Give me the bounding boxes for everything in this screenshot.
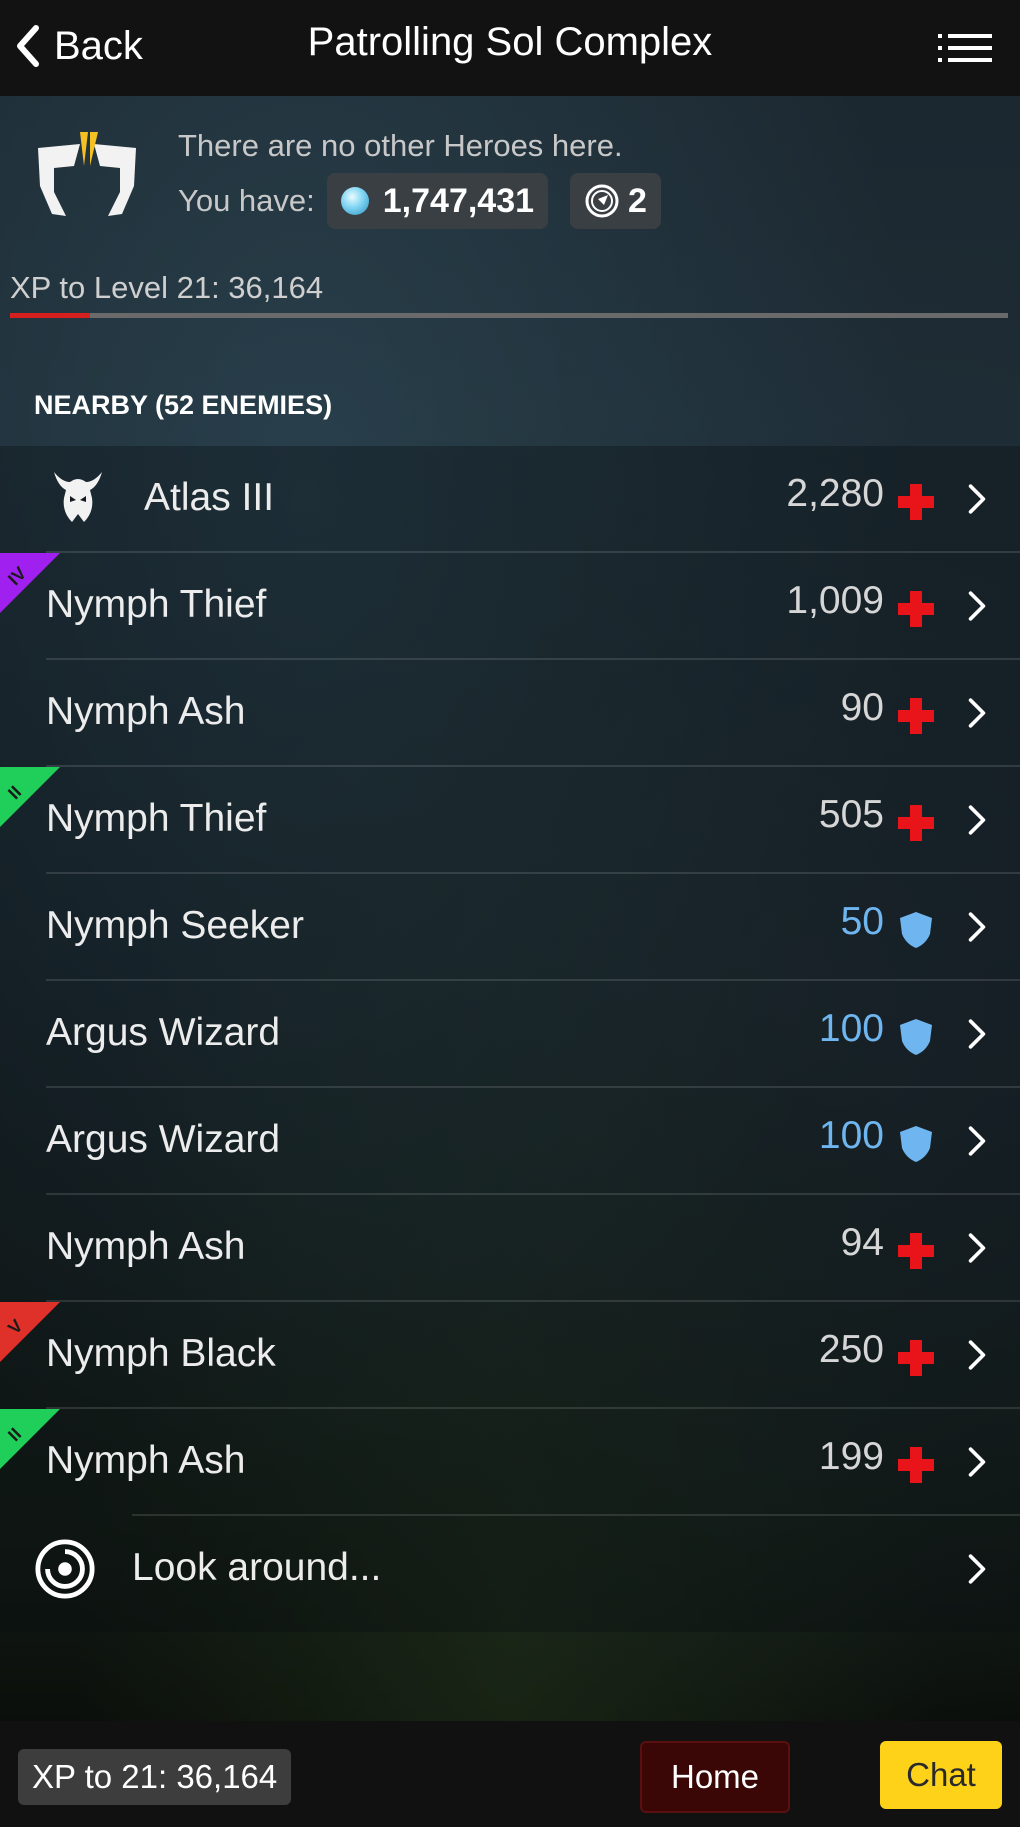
chevron-right-icon bbox=[966, 910, 988, 949]
enemy-strength-value: 1,009 bbox=[786, 579, 884, 622]
chevron-right-icon bbox=[966, 1231, 988, 1270]
back-label: Back bbox=[54, 23, 143, 68]
home-button[interactable]: Home bbox=[640, 1741, 790, 1813]
enemy-row[interactable]: II Nymph Thief 505 bbox=[0, 765, 1020, 874]
demon-helmet-icon bbox=[48, 468, 108, 528]
enemy-name: Nymph Seeker bbox=[46, 904, 304, 947]
tokens-badge[interactable]: 2 bbox=[570, 173, 661, 229]
chevron-right-icon bbox=[966, 803, 988, 842]
credits-orb-icon bbox=[340, 187, 369, 215]
row-divider bbox=[46, 1300, 1020, 1302]
enemy-row[interactable]: Atlas III 2,280 bbox=[0, 446, 1020, 553]
health-cross-icon bbox=[896, 803, 936, 843]
have-label: You have: bbox=[178, 183, 315, 218]
enemy-row[interactable]: Argus Wizard 100 bbox=[0, 1086, 1020, 1195]
enemy-row[interactable]: Nymph Ash 94 bbox=[0, 1193, 1020, 1302]
xp-chip: XP to 21: 36,164 bbox=[18, 1749, 292, 1805]
enemy-row[interactable]: Argus Wizard 100 bbox=[0, 979, 1020, 1088]
chevron-right-icon bbox=[966, 696, 988, 735]
enemy-name: Nymph Ash bbox=[46, 690, 246, 733]
enemy-strength-value: 199 bbox=[818, 1435, 884, 1478]
shield-icon bbox=[896, 1017, 936, 1057]
heroes-note: There are no other Heroes here. bbox=[178, 128, 623, 163]
back-button[interactable]: Back bbox=[14, 16, 143, 76]
nearby-heading: NEARBY (52 ENEMIES) bbox=[34, 390, 333, 420]
currency-row: You have: 1,747,431 2 bbox=[178, 172, 683, 230]
enemy-name: Nymph Black bbox=[46, 1332, 276, 1375]
xp-progress-bar bbox=[10, 313, 1008, 318]
enemy-strength-value: 94 bbox=[840, 1221, 884, 1264]
health-cross-icon bbox=[896, 482, 936, 522]
enemy-strength-value: 100 bbox=[818, 1007, 884, 1050]
enemy-strength-value: 90 bbox=[840, 686, 884, 729]
chat-button[interactable]: Chat bbox=[880, 1741, 1002, 1809]
chevron-right-icon bbox=[966, 1552, 988, 1591]
credits-badge[interactable]: 1,747,431 bbox=[326, 173, 549, 229]
enemy-strength-value: 250 bbox=[818, 1328, 884, 1371]
enemy-row[interactable]: IV Nymph Thief 1,009 bbox=[0, 551, 1020, 660]
health-cross-icon bbox=[896, 696, 936, 736]
page-title: Patrolling Sol Complex bbox=[307, 20, 713, 64]
enemy-name: Argus Wizard bbox=[46, 1118, 281, 1161]
enemy-row[interactable]: II Nymph Ash 199 bbox=[0, 1407, 1020, 1516]
chevron-right-icon bbox=[966, 1017, 988, 1056]
enemy-name: Argus Wizard bbox=[46, 1011, 281, 1054]
row-divider bbox=[46, 658, 1020, 660]
row-divider bbox=[46, 1193, 1020, 1195]
row-divider bbox=[46, 765, 1020, 767]
enemy-strength-value: 2,280 bbox=[786, 472, 884, 515]
enemy-name: Atlas III bbox=[144, 476, 275, 519]
look-around-label: Look around... bbox=[132, 1546, 382, 1589]
enemy-strength-value: 505 bbox=[818, 793, 884, 836]
row-divider bbox=[132, 1514, 1020, 1516]
chevron-right-icon bbox=[966, 589, 988, 628]
row-divider bbox=[46, 1086, 1020, 1088]
enemy-name: Nymph Ash bbox=[46, 1225, 246, 1268]
enemy-row[interactable]: Nymph Ash 90 bbox=[0, 658, 1020, 767]
hero-status: There are no other Heroes here. You have… bbox=[0, 96, 1020, 346]
bottom-bar: XP to 21: 36,164 Home Chat bbox=[0, 1721, 1020, 1827]
enemy-strength-value: 50 bbox=[840, 900, 884, 943]
row-divider bbox=[46, 1407, 1020, 1409]
enemy-list: Atlas III 2,280 IV Nymph Thief 1,009 Nymph As… bbox=[0, 446, 1020, 1623]
enemy-name: Nymph Thief bbox=[46, 797, 267, 840]
enemy-row[interactable]: V Nymph Black 250 bbox=[0, 1300, 1020, 1409]
menu-button[interactable] bbox=[938, 28, 992, 68]
health-cross-icon bbox=[896, 1338, 936, 1378]
row-divider bbox=[46, 551, 1020, 553]
row-divider bbox=[46, 979, 1020, 981]
health-cross-icon bbox=[896, 1445, 936, 1485]
shield-icon bbox=[896, 1124, 936, 1164]
top-bar: Back Patrolling Sol Complex bbox=[0, 0, 1020, 96]
xp-label: XP to Level 21: 36,164 bbox=[10, 270, 324, 305]
enemy-name: Nymph Thief bbox=[46, 583, 267, 626]
chevron-right-icon bbox=[966, 1445, 988, 1484]
look-around-row[interactable]: Look around... bbox=[0, 1514, 1020, 1623]
radar-icon bbox=[34, 1538, 96, 1605]
chevron-right-icon bbox=[966, 1124, 988, 1163]
chevron-right-icon bbox=[966, 482, 988, 521]
chevron-left-icon bbox=[17, 25, 39, 67]
chevron-right-icon bbox=[966, 1338, 988, 1377]
shield-icon bbox=[896, 910, 936, 950]
xp-progress-fill bbox=[10, 313, 90, 318]
list-menu-icon bbox=[938, 34, 992, 62]
tokens-value: 2 bbox=[628, 181, 647, 220]
hero-mask-icon bbox=[32, 126, 142, 231]
enemy-strength-value: 100 bbox=[818, 1114, 884, 1157]
credits-value: 1,747,431 bbox=[382, 181, 535, 220]
enemy-row[interactable]: Nymph Seeker 50 bbox=[0, 872, 1020, 981]
health-cross-icon bbox=[896, 1231, 936, 1271]
health-cross-icon bbox=[896, 589, 936, 629]
row-divider bbox=[46, 872, 1020, 874]
compass-token-icon bbox=[585, 184, 619, 218]
enemy-name: Nymph Ash bbox=[46, 1439, 246, 1482]
